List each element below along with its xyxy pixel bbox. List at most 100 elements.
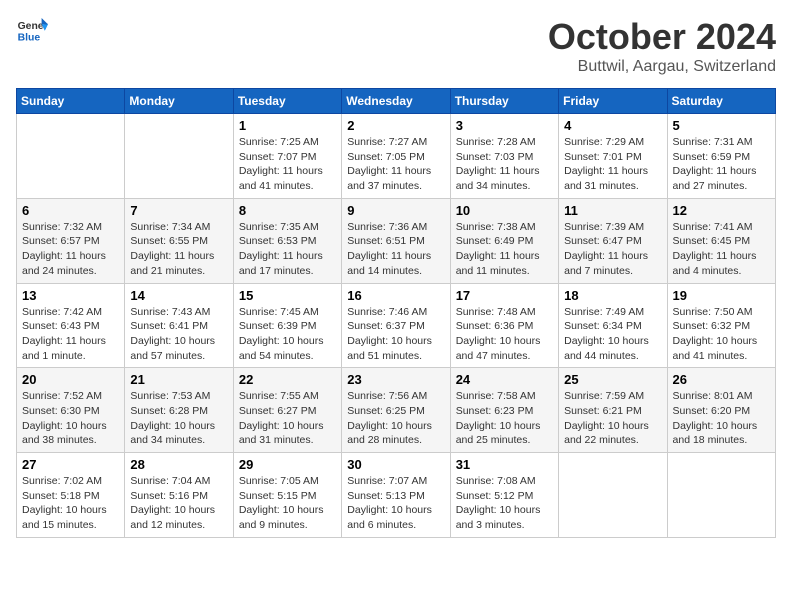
calendar-cell: 19Sunrise: 7:50 AM Sunset: 6:32 PM Dayli… [667,283,775,368]
calendar-cell: 8 Sunrise: 7:35 AM Sunset: 6:53 PM Daylig… [233,198,341,283]
calendar-cell: 25Sunrise: 7:59 AM Sunset: 6:21 PM Dayli… [559,368,667,453]
day-number: 20 [22,372,119,387]
day-number: 31 [456,457,553,472]
day-number: 23 [347,372,444,387]
title-block: October 2024 Buttwil, Aargau, Switzerlan… [548,16,776,76]
calendar-cell: 17 Sunrise: 7:48 AM Sunset: 6:36 PM Dayli… [450,283,558,368]
page-header: General Blue October 2024 Buttwil, Aarga… [16,16,776,76]
day-info: Sunrise: 7:25 AM Sunset: 7:07 PM Dayligh… [239,135,336,194]
day-info: Sunrise: 7:34 AM Sunset: 6:55 PM Dayligh… [130,220,227,279]
calendar-week-row: 6 Sunrise: 7:32 AM Sunset: 6:57 PM Daylig… [17,198,776,283]
location-title: Buttwil, Aargau, Switzerland [548,58,776,76]
logo-icon: General Blue [16,16,48,44]
day-info: Sunrise: 7:05 AM Sunset: 5:15 PM Dayligh… [239,474,336,533]
calendar-cell: 7 Sunrise: 7:34 AM Sunset: 6:55 PM Daylig… [125,198,233,283]
day-info: Sunrise: 7:49 AM Sunset: 6:34 PM Dayligh… [564,305,661,364]
day-info: Sunrise: 7:29 AM Sunset: 7:01 PM Dayligh… [564,135,661,194]
calendar-week-row: 1Sunrise: 7:25 AM Sunset: 7:07 PM Daylig… [17,114,776,199]
calendar-cell: 23 Sunrise: 7:56 AM Sunset: 6:25 PM Dayli… [342,368,450,453]
calendar-cell [667,453,775,538]
calendar-cell: 3 Sunrise: 7:28 AM Sunset: 7:03 PM Daylig… [450,114,558,199]
day-number: 17 [456,288,553,303]
day-info: Sunrise: 7:59 AM Sunset: 6:21 PM Dayligh… [564,389,661,448]
day-info: Sunrise: 7:45 AM Sunset: 6:39 PM Dayligh… [239,305,336,364]
day-info: Sunrise: 7:55 AM Sunset: 6:27 PM Dayligh… [239,389,336,448]
day-info: Sunrise: 7:07 AM Sunset: 5:13 PM Dayligh… [347,474,444,533]
day-info: Sunrise: 7:32 AM Sunset: 6:57 PM Dayligh… [22,220,119,279]
calendar-cell: 12 Sunrise: 7:41 AM Sunset: 6:45 PM Dayli… [667,198,775,283]
day-info: Sunrise: 7:48 AM Sunset: 6:36 PM Dayligh… [456,305,553,364]
calendar-cell: 11 Sunrise: 7:39 AM Sunset: 6:47 PM Dayli… [559,198,667,283]
calendar-cell: 15 Sunrise: 7:45 AM Sunset: 6:39 PM Dayli… [233,283,341,368]
day-number: 3 [456,118,553,133]
day-info: Sunrise: 7:43 AM Sunset: 6:41 PM Dayligh… [130,305,227,364]
day-number: 7 [130,203,227,218]
day-info: Sunrise: 7:08 AM Sunset: 5:12 PM Dayligh… [456,474,553,533]
calendar-cell: 13 Sunrise: 7:42 AM Sunset: 6:43 PM Dayli… [17,283,125,368]
day-info: Sunrise: 7:56 AM Sunset: 6:25 PM Dayligh… [347,389,444,448]
calendar-cell: 29 Sunrise: 7:05 AM Sunset: 5:15 PM Dayli… [233,453,341,538]
calendar-cell: 5 Sunrise: 7:31 AM Sunset: 6:59 PM Daylig… [667,114,775,199]
day-number: 10 [456,203,553,218]
logo: General Blue [16,16,48,44]
calendar-cell: 30 Sunrise: 7:07 AM Sunset: 5:13 PM Dayli… [342,453,450,538]
day-info: Sunrise: 7:31 AM Sunset: 6:59 PM Dayligh… [673,135,770,194]
day-info: Sunrise: 7:38 AM Sunset: 6:49 PM Dayligh… [456,220,553,279]
day-number: 14 [130,288,227,303]
day-number: 28 [130,457,227,472]
calendar-cell: 2Sunrise: 7:27 AM Sunset: 7:05 PM Daylig… [342,114,450,199]
day-info: Sunrise: 7:42 AM Sunset: 6:43 PM Dayligh… [22,305,119,364]
calendar-cell: 1Sunrise: 7:25 AM Sunset: 7:07 PM Daylig… [233,114,341,199]
day-of-week-header: Friday [559,89,667,114]
calendar-week-row: 13 Sunrise: 7:42 AM Sunset: 6:43 PM Dayli… [17,283,776,368]
day-number: 8 [239,203,336,218]
day-of-week-header: Thursday [450,89,558,114]
calendar-cell: 28 Sunrise: 7:04 AM Sunset: 5:16 PM Dayli… [125,453,233,538]
calendar-cell: 22Sunrise: 7:55 AM Sunset: 6:27 PM Dayli… [233,368,341,453]
day-of-week-header: Tuesday [233,89,341,114]
day-number: 26 [673,372,770,387]
calendar-cell: 26 Sunrise: 8:01 AM Sunset: 6:20 PM Dayli… [667,368,775,453]
day-info: Sunrise: 7:46 AM Sunset: 6:37 PM Dayligh… [347,305,444,364]
day-number: 18 [564,288,661,303]
day-info: Sunrise: 7:04 AM Sunset: 5:16 PM Dayligh… [130,474,227,533]
calendar-cell: 31 Sunrise: 7:08 AM Sunset: 5:12 PM Dayli… [450,453,558,538]
calendar-cell [125,114,233,199]
day-info: Sunrise: 7:02 AM Sunset: 5:18 PM Dayligh… [22,474,119,533]
day-info: Sunrise: 7:36 AM Sunset: 6:51 PM Dayligh… [347,220,444,279]
calendar-cell: 18 Sunrise: 7:49 AM Sunset: 6:34 PM Dayli… [559,283,667,368]
day-info: Sunrise: 7:35 AM Sunset: 6:53 PM Dayligh… [239,220,336,279]
calendar-week-row: 20 Sunrise: 7:52 AM Sunset: 6:30 PM Dayli… [17,368,776,453]
day-of-week-header: Sunday [17,89,125,114]
svg-text:Blue: Blue [18,32,41,43]
day-number: 16 [347,288,444,303]
calendar-cell: 27Sunrise: 7:02 AM Sunset: 5:18 PM Dayli… [17,453,125,538]
day-number: 13 [22,288,119,303]
day-of-week-header: Monday [125,89,233,114]
calendar-cell: 14 Sunrise: 7:43 AM Sunset: 6:41 PM Dayli… [125,283,233,368]
day-info: Sunrise: 7:28 AM Sunset: 7:03 PM Dayligh… [456,135,553,194]
day-number: 15 [239,288,336,303]
day-info: Sunrise: 8:01 AM Sunset: 6:20 PM Dayligh… [673,389,770,448]
day-number: 21 [130,372,227,387]
day-info: Sunrise: 7:41 AM Sunset: 6:45 PM Dayligh… [673,220,770,279]
month-title: October 2024 [548,16,776,58]
day-info: Sunrise: 7:39 AM Sunset: 6:47 PM Dayligh… [564,220,661,279]
day-number: 29 [239,457,336,472]
day-info: Sunrise: 7:53 AM Sunset: 6:28 PM Dayligh… [130,389,227,448]
day-number: 9 [347,203,444,218]
calendar-cell: 10 Sunrise: 7:38 AM Sunset: 6:49 PM Dayli… [450,198,558,283]
calendar-cell [559,453,667,538]
day-number: 12 [673,203,770,218]
calendar-cell: 4 Sunrise: 7:29 AM Sunset: 7:01 PM Daylig… [559,114,667,199]
day-number: 24 [456,372,553,387]
calendar-cell: 9 Sunrise: 7:36 AM Sunset: 6:51 PM Daylig… [342,198,450,283]
day-number: 4 [564,118,661,133]
day-number: 6 [22,203,119,218]
day-number: 30 [347,457,444,472]
day-number: 11 [564,203,661,218]
day-info: Sunrise: 7:52 AM Sunset: 6:30 PM Dayligh… [22,389,119,448]
day-of-week-header: Wednesday [342,89,450,114]
day-number: 5 [673,118,770,133]
calendar-cell: 21 Sunrise: 7:53 AM Sunset: 6:28 PM Dayli… [125,368,233,453]
